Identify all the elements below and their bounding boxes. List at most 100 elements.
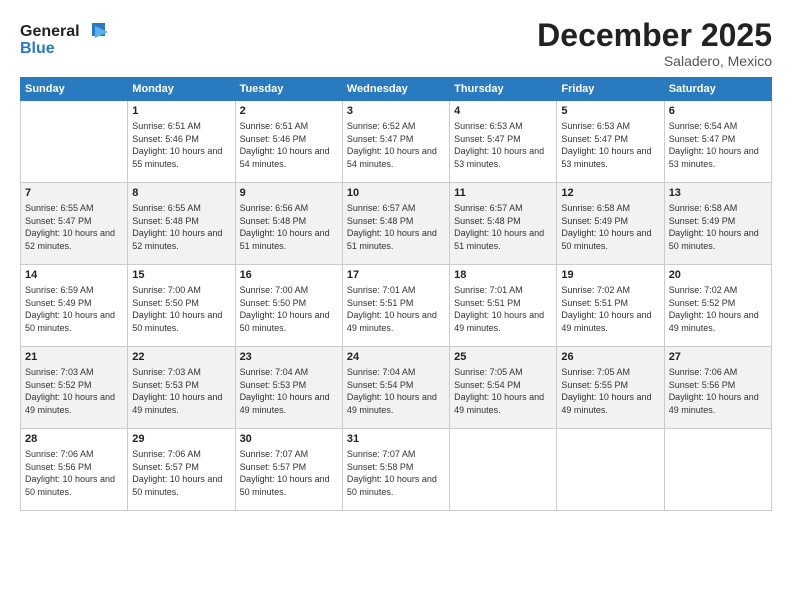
day-number: 15 [132, 268, 230, 283]
svg-text:Blue: Blue [20, 40, 55, 57]
day-info: Sunrise: 7:04 AMSunset: 5:53 PMDaylight:… [240, 366, 338, 416]
table-row: 17 Sunrise: 7:01 AMSunset: 5:51 PMDaylig… [342, 265, 449, 347]
col-tuesday: Tuesday [235, 78, 342, 101]
table-row: 22 Sunrise: 7:03 AMSunset: 5:53 PMDaylig… [128, 347, 235, 429]
table-row: 30 Sunrise: 7:07 AMSunset: 5:57 PMDaylig… [235, 429, 342, 511]
day-info: Sunrise: 7:00 AMSunset: 5:50 PMDaylight:… [240, 284, 338, 334]
day-info: Sunrise: 7:04 AMSunset: 5:54 PMDaylight:… [347, 366, 445, 416]
day-info: Sunrise: 7:02 AMSunset: 5:52 PMDaylight:… [669, 284, 767, 334]
day-number: 19 [561, 268, 659, 283]
day-info: Sunrise: 7:01 AMSunset: 5:51 PMDaylight:… [454, 284, 552, 334]
calendar-week-row: 21 Sunrise: 7:03 AMSunset: 5:52 PMDaylig… [21, 347, 772, 429]
day-number: 5 [561, 104, 659, 119]
day-info: Sunrise: 7:02 AMSunset: 5:51 PMDaylight:… [561, 284, 659, 334]
col-friday: Friday [557, 78, 664, 101]
table-row: 8 Sunrise: 6:55 AMSunset: 5:48 PMDayligh… [128, 183, 235, 265]
title-block: December 2025 Saladero, Mexico [537, 18, 772, 69]
day-number: 3 [347, 104, 445, 119]
day-info: Sunrise: 6:55 AMSunset: 5:47 PMDaylight:… [25, 202, 123, 252]
day-number: 1 [132, 104, 230, 119]
day-info: Sunrise: 6:52 AMSunset: 5:47 PMDaylight:… [347, 120, 445, 170]
calendar-week-row: 1 Sunrise: 6:51 AMSunset: 5:46 PMDayligh… [21, 101, 772, 183]
table-row: 9 Sunrise: 6:56 AMSunset: 5:48 PMDayligh… [235, 183, 342, 265]
table-row [21, 101, 128, 183]
day-info: Sunrise: 6:51 AMSunset: 5:46 PMDaylight:… [240, 120, 338, 170]
svg-text:General: General [20, 23, 80, 40]
day-number: 9 [240, 186, 338, 201]
day-info: Sunrise: 7:03 AMSunset: 5:52 PMDaylight:… [25, 366, 123, 416]
day-info: Sunrise: 7:03 AMSunset: 5:53 PMDaylight:… [132, 366, 230, 416]
calendar-week-row: 28 Sunrise: 7:06 AMSunset: 5:56 PMDaylig… [21, 429, 772, 511]
day-number: 6 [669, 104, 767, 119]
page: General Blue December 2025 Saladero, Mex… [0, 0, 792, 612]
day-info: Sunrise: 6:56 AMSunset: 5:48 PMDaylight:… [240, 202, 338, 252]
table-row: 23 Sunrise: 7:04 AMSunset: 5:53 PMDaylig… [235, 347, 342, 429]
day-number: 14 [25, 268, 123, 283]
table-row: 20 Sunrise: 7:02 AMSunset: 5:52 PMDaylig… [664, 265, 771, 347]
month-title: December 2025 [537, 18, 772, 53]
table-row: 11 Sunrise: 6:57 AMSunset: 5:48 PMDaylig… [450, 183, 557, 265]
day-number: 25 [454, 350, 552, 365]
table-row: 15 Sunrise: 7:00 AMSunset: 5:50 PMDaylig… [128, 265, 235, 347]
day-info: Sunrise: 6:55 AMSunset: 5:48 PMDaylight:… [132, 202, 230, 252]
table-row: 12 Sunrise: 6:58 AMSunset: 5:49 PMDaylig… [557, 183, 664, 265]
calendar-header-row: Sunday Monday Tuesday Wednesday Thursday… [21, 78, 772, 101]
table-row: 18 Sunrise: 7:01 AMSunset: 5:51 PMDaylig… [450, 265, 557, 347]
col-monday: Monday [128, 78, 235, 101]
calendar-table: Sunday Monday Tuesday Wednesday Thursday… [20, 77, 772, 511]
table-row [664, 429, 771, 511]
table-row: 3 Sunrise: 6:52 AMSunset: 5:47 PMDayligh… [342, 101, 449, 183]
col-sunday: Sunday [21, 78, 128, 101]
table-row: 27 Sunrise: 7:06 AMSunset: 5:56 PMDaylig… [664, 347, 771, 429]
day-info: Sunrise: 6:51 AMSunset: 5:46 PMDaylight:… [132, 120, 230, 170]
day-number: 16 [240, 268, 338, 283]
day-number: 21 [25, 350, 123, 365]
day-info: Sunrise: 6:57 AMSunset: 5:48 PMDaylight:… [347, 202, 445, 252]
table-row: 29 Sunrise: 7:06 AMSunset: 5:57 PMDaylig… [128, 429, 235, 511]
day-info: Sunrise: 7:05 AMSunset: 5:54 PMDaylight:… [454, 366, 552, 416]
logo: General Blue [20, 18, 110, 63]
subtitle: Saladero, Mexico [537, 53, 772, 69]
col-wednesday: Wednesday [342, 78, 449, 101]
day-number: 22 [132, 350, 230, 365]
table-row [557, 429, 664, 511]
day-info: Sunrise: 7:07 AMSunset: 5:57 PMDaylight:… [240, 448, 338, 498]
table-row: 21 Sunrise: 7:03 AMSunset: 5:52 PMDaylig… [21, 347, 128, 429]
table-row [450, 429, 557, 511]
table-row: 5 Sunrise: 6:53 AMSunset: 5:47 PMDayligh… [557, 101, 664, 183]
day-number: 30 [240, 432, 338, 447]
day-number: 7 [25, 186, 123, 201]
calendar-week-row: 14 Sunrise: 6:59 AMSunset: 5:49 PMDaylig… [21, 265, 772, 347]
table-row: 24 Sunrise: 7:04 AMSunset: 5:54 PMDaylig… [342, 347, 449, 429]
day-info: Sunrise: 7:06 AMSunset: 5:56 PMDaylight:… [669, 366, 767, 416]
day-info: Sunrise: 7:01 AMSunset: 5:51 PMDaylight:… [347, 284, 445, 334]
day-number: 12 [561, 186, 659, 201]
table-row: 14 Sunrise: 6:59 AMSunset: 5:49 PMDaylig… [21, 265, 128, 347]
day-info: Sunrise: 6:58 AMSunset: 5:49 PMDaylight:… [669, 202, 767, 252]
col-saturday: Saturday [664, 78, 771, 101]
day-info: Sunrise: 6:57 AMSunset: 5:48 PMDaylight:… [454, 202, 552, 252]
day-number: 26 [561, 350, 659, 365]
day-info: Sunrise: 7:05 AMSunset: 5:55 PMDaylight:… [561, 366, 659, 416]
calendar-week-row: 7 Sunrise: 6:55 AMSunset: 5:47 PMDayligh… [21, 183, 772, 265]
day-number: 13 [669, 186, 767, 201]
table-row: 28 Sunrise: 7:06 AMSunset: 5:56 PMDaylig… [21, 429, 128, 511]
day-number: 2 [240, 104, 338, 119]
table-row: 1 Sunrise: 6:51 AMSunset: 5:46 PMDayligh… [128, 101, 235, 183]
table-row: 25 Sunrise: 7:05 AMSunset: 5:54 PMDaylig… [450, 347, 557, 429]
table-row: 19 Sunrise: 7:02 AMSunset: 5:51 PMDaylig… [557, 265, 664, 347]
table-row: 2 Sunrise: 6:51 AMSunset: 5:46 PMDayligh… [235, 101, 342, 183]
table-row: 16 Sunrise: 7:00 AMSunset: 5:50 PMDaylig… [235, 265, 342, 347]
logo-block: General Blue [20, 18, 110, 63]
day-number: 20 [669, 268, 767, 283]
col-thursday: Thursday [450, 78, 557, 101]
day-number: 28 [25, 432, 123, 447]
day-number: 31 [347, 432, 445, 447]
table-row: 31 Sunrise: 7:07 AMSunset: 5:58 PMDaylig… [342, 429, 449, 511]
day-number: 8 [132, 186, 230, 201]
table-row: 26 Sunrise: 7:05 AMSunset: 5:55 PMDaylig… [557, 347, 664, 429]
day-info: Sunrise: 7:00 AMSunset: 5:50 PMDaylight:… [132, 284, 230, 334]
day-number: 27 [669, 350, 767, 365]
day-info: Sunrise: 6:54 AMSunset: 5:47 PMDaylight:… [669, 120, 767, 170]
table-row: 7 Sunrise: 6:55 AMSunset: 5:47 PMDayligh… [21, 183, 128, 265]
